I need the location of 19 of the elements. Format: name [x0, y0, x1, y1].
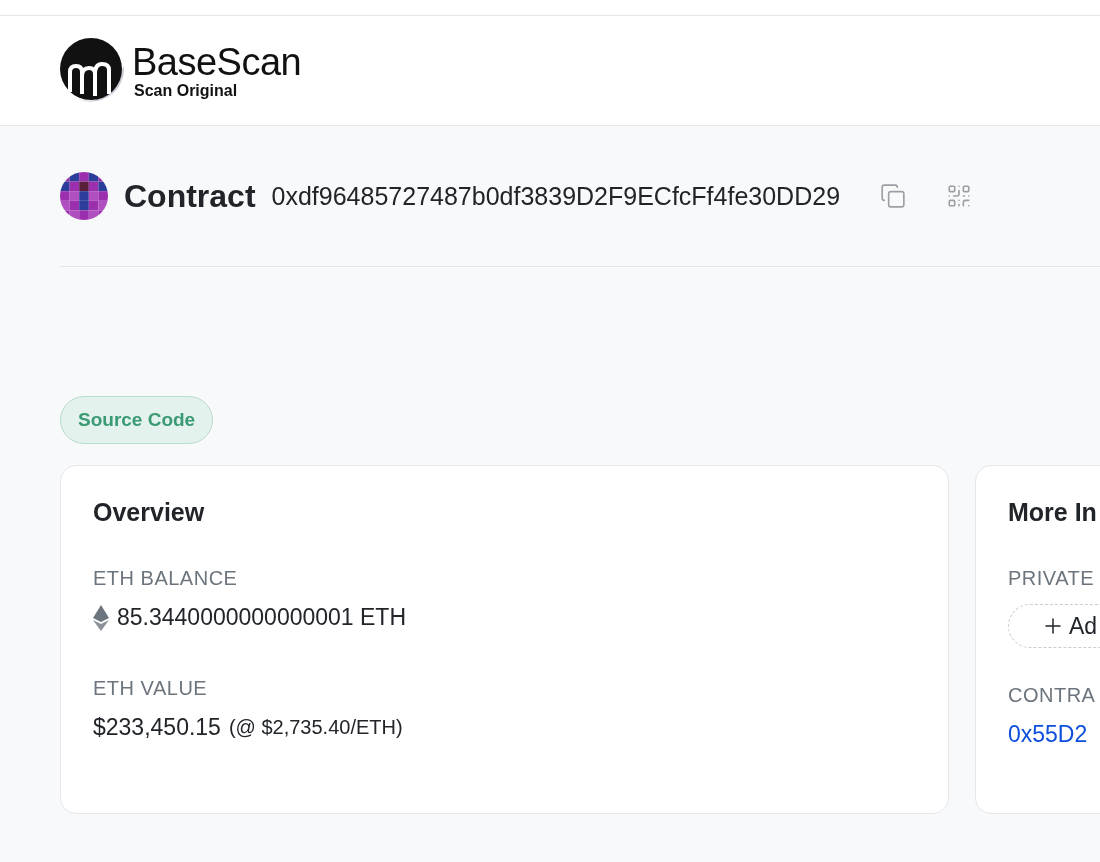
- copy-icon[interactable]: [880, 183, 907, 209]
- field-label: ETH BALANCE: [93, 567, 239, 590]
- brand-name: BaseScan: [132, 41, 302, 82]
- creator-link[interactable]: 0x55D2: [1008, 721, 1088, 747]
- field-value: 85.3440000000000001 ETH: [117, 604, 407, 631]
- field-label: CONTRA: [1008, 684, 1097, 707]
- field-label: PRIVATE: [1008, 567, 1096, 590]
- card-title: More In: [1008, 498, 1098, 527]
- avatar-icon: [60, 172, 108, 220]
- ethereum-icon: [93, 604, 109, 631]
- page-title: Contract: [124, 177, 256, 215]
- brand-tagline: Scan Original: [134, 81, 239, 100]
- field-value: $233,450.15: [93, 714, 221, 741]
- field-label: ETH VALUE: [93, 677, 209, 700]
- qr-code-icon[interactable]: [946, 183, 973, 209]
- contract-address: 0xdf96485727487b0df3839D2F9ECfcFf4fe30DD29: [271, 181, 841, 211]
- card-title: Overview: [93, 498, 206, 527]
- price-note: (@ $2,735.40/ETH): [228, 716, 403, 739]
- add-button[interactable]: Ad: [1008, 604, 1100, 648]
